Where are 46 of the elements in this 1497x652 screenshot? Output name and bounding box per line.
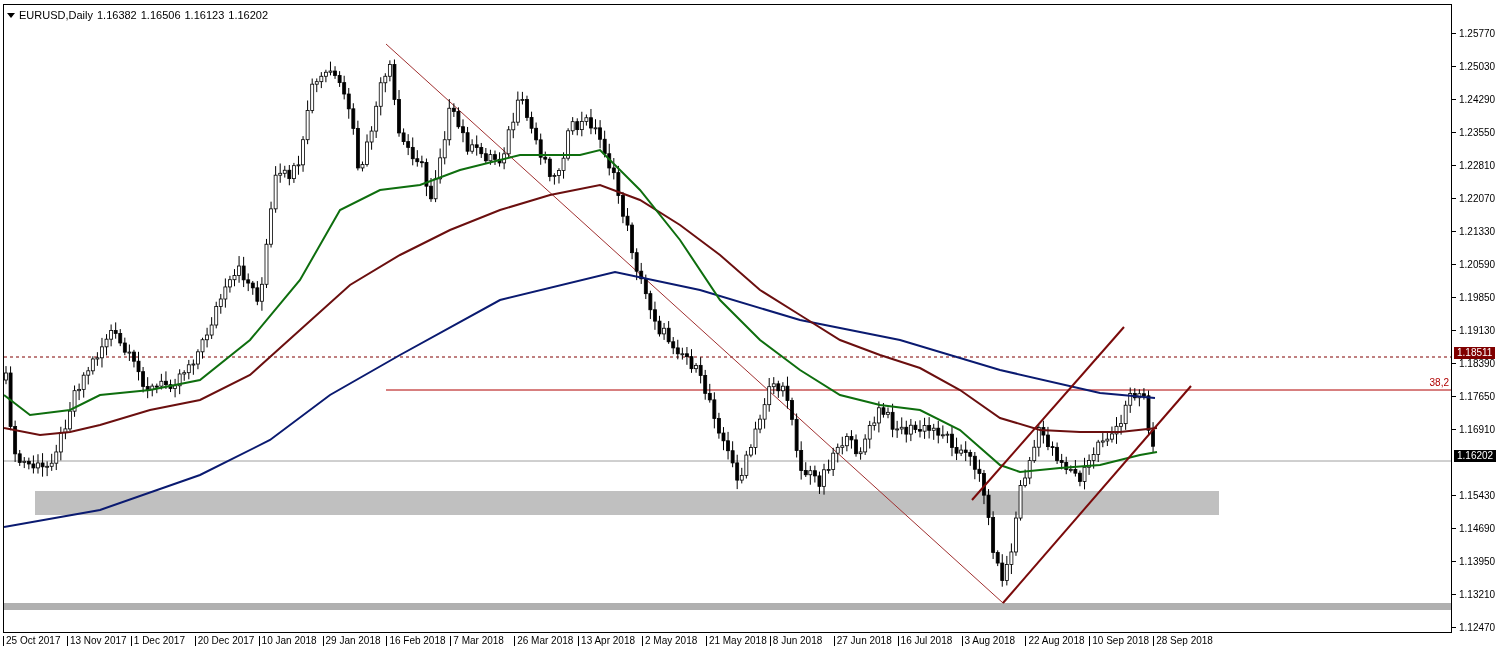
price-axis-label: 1.23550 bbox=[1459, 128, 1496, 139]
price-axis-label: 1.19130 bbox=[1459, 325, 1496, 336]
time-axis-label: 2 May 2018 bbox=[642, 636, 698, 646]
time-axis-label: 3 Aug 2018 bbox=[961, 636, 1016, 646]
dropdown-icon[interactable] bbox=[7, 12, 15, 18]
price-tag: 1.18511 bbox=[1454, 347, 1496, 360]
price-axis-label: 1.20590 bbox=[1459, 260, 1496, 271]
price-axis-label: 1.25030 bbox=[1459, 62, 1496, 73]
time-axis-label: 22 Aug 2018 bbox=[1025, 636, 1085, 646]
time-axis-label: 20 Dec 2017 bbox=[194, 636, 255, 646]
price-axis-label: 1.24290 bbox=[1459, 95, 1496, 106]
time-axis-label: 27 Jun 2018 bbox=[833, 636, 892, 646]
price-axis-label: 1.25770 bbox=[1459, 29, 1496, 39]
time-axis-label: 25 Oct 2017 bbox=[3, 636, 61, 646]
time-axis-label: 16 Jul 2018 bbox=[897, 636, 953, 646]
time-axis-label: 13 Nov 2017 bbox=[66, 636, 127, 646]
price-tag: 1.16202 bbox=[1454, 450, 1497, 463]
ohlc-value: 1.16202 bbox=[228, 8, 269, 23]
price-axis-label: 1.14690 bbox=[1459, 524, 1496, 534]
time-axis-label: 1 Dec 2017 bbox=[130, 636, 185, 646]
time-axis-label: 29 Jan 2018 bbox=[322, 636, 381, 646]
price-axis-label: 1.16910 bbox=[1459, 424, 1496, 435]
ohlc-value: 1.16506 bbox=[140, 8, 181, 23]
price-axis-label: 1.15430 bbox=[1459, 490, 1496, 501]
time-axis-label: 10 Sep 2018 bbox=[1089, 636, 1149, 646]
price-axis-label: 1.22810 bbox=[1459, 161, 1496, 172]
symbol-label: EURUSD,Daily bbox=[19, 8, 93, 23]
ohlc-value: 1.16382 bbox=[96, 8, 137, 23]
price-axis-label: 1.17650 bbox=[1459, 391, 1496, 402]
price-axis-label: 1.13210 bbox=[1459, 590, 1496, 601]
price-axis-label: 1.22070 bbox=[1459, 194, 1496, 205]
fibonacci-level-label: 38,2 bbox=[1429, 378, 1449, 388]
time-axis-label: 7 Mar 2018 bbox=[450, 636, 504, 646]
time-axis-label: 26 Mar 2018 bbox=[514, 636, 574, 646]
price-axis-label: 1.12470 bbox=[1459, 623, 1496, 634]
time-axis-label: 13 Apr 2018 bbox=[578, 636, 636, 646]
time-axis-label: 28 Sep 2018 bbox=[1153, 636, 1213, 646]
price-axis-label: 1.13950 bbox=[1459, 557, 1496, 568]
time-axis-label: 8 Jun 2018 bbox=[769, 636, 823, 646]
time-axis-label: 16 Feb 2018 bbox=[386, 636, 446, 646]
price-axis-label: 1.18390 bbox=[1459, 358, 1496, 369]
ohlc-value: 1.16123 bbox=[184, 8, 225, 23]
time-axis-label: 10 Jan 2018 bbox=[258, 636, 317, 646]
price-axis-label: 1.21330 bbox=[1459, 227, 1496, 238]
price-axis-label: 1.19850 bbox=[1459, 293, 1496, 304]
time-axis-label: 21 May 2018 bbox=[705, 636, 767, 646]
